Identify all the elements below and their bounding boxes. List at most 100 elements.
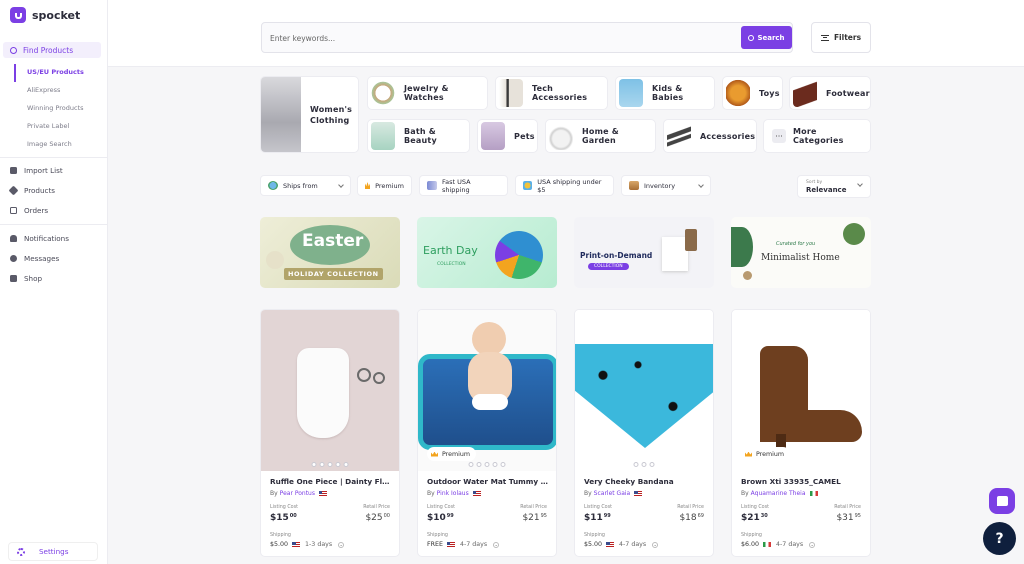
sort-by-dropdown[interactable]: Sort by Relevance xyxy=(797,175,871,198)
category-label: Home & Garden xyxy=(582,127,619,145)
category-thumbnail xyxy=(371,122,395,150)
banner-decoration xyxy=(685,229,697,251)
category-label: Pets xyxy=(514,131,535,141)
logo-text: spocket xyxy=(32,8,81,22)
product-name[interactable]: Very Cheeky Bandana xyxy=(584,477,708,486)
product-card[interactable]: Ruffle One Piece | Dainty Floral By Pear… xyxy=(260,309,400,557)
category-thumbnail xyxy=(371,79,395,107)
sidebar-item-label: Messages xyxy=(24,254,60,263)
premium-label: Premium xyxy=(756,450,785,458)
shipping-label: Shipping xyxy=(584,533,605,538)
sort-value: Relevance xyxy=(806,186,847,194)
chat-button[interactable] xyxy=(989,488,1015,514)
premium-filter[interactable]: Premium xyxy=(357,175,412,196)
banner-title: Earth Day xyxy=(423,244,478,257)
listing-cost-value: $21 xyxy=(741,513,760,523)
category-label: Bath & Beauty xyxy=(404,127,437,145)
listing-cost-cents: 99 xyxy=(446,513,454,519)
listing-cost-cents: 00 xyxy=(289,513,297,519)
subnav-image-search[interactable]: Image Search xyxy=(14,136,84,154)
help-button[interactable]: ? xyxy=(983,522,1016,555)
fast-usa-shipping-filter[interactable]: Fast USA shipping xyxy=(419,175,508,196)
product-name[interactable]: Ruffle One Piece | Dainty Floral xyxy=(270,477,394,486)
search-input[interactable] xyxy=(270,31,730,45)
category-jewelry-watches[interactable]: Jewelry & Watches xyxy=(367,76,488,110)
chevron-down-icon[interactable]: ⌄ xyxy=(493,541,500,548)
logo[interactable]: spocket xyxy=(10,7,80,23)
spocket-logo-icon xyxy=(10,7,26,23)
truck-icon xyxy=(427,181,437,190)
image-carousel-dots[interactable] xyxy=(633,462,655,467)
category-toys[interactable]: Toys xyxy=(722,76,783,110)
image-carousel-dots[interactable] xyxy=(311,462,349,467)
category-pets[interactable]: Pets xyxy=(477,119,538,153)
category-tech-accessories[interactable]: Tech Accessories xyxy=(495,76,608,110)
retail-price-label: Retail Price xyxy=(834,505,861,510)
chevron-down-icon[interactable]: ⌄ xyxy=(652,541,659,548)
search-button-label: Search xyxy=(757,33,785,42)
sidebar-item-shop[interactable]: Shop xyxy=(10,274,42,283)
chevron-down-icon[interactable]: ⌄ xyxy=(338,541,345,548)
sidebar-item-notifications[interactable]: Notifications xyxy=(10,234,69,243)
sidebar-item-label: Find Products xyxy=(23,45,74,55)
premium-badge: Premium xyxy=(427,447,477,461)
settings-label: Settings xyxy=(39,547,69,556)
supplier-link[interactable]: Scarlet Gaia xyxy=(594,490,631,497)
sidebar-item-find-products[interactable]: Find Products xyxy=(3,42,101,58)
product-card[interactable]: Premium Outdoor Water Mat Tummy Tim... B… xyxy=(417,309,557,557)
usa-shipping-under-5-filter[interactable]: USA shipping under $5 xyxy=(515,175,614,196)
subnav-private-label[interactable]: Private Label xyxy=(14,118,84,136)
sidebar-item-products[interactable]: Products xyxy=(8,185,56,196)
filters-button[interactable]: Filters xyxy=(811,22,871,53)
product-card[interactable]: Very Cheeky Bandana By Scarlet Gaia List… xyxy=(574,309,714,557)
banner-minimalist-home[interactable]: Curated for you Minimalist Home xyxy=(731,217,871,288)
listing-cost-label: Listing Cost xyxy=(270,505,298,510)
category-thumbnail xyxy=(619,79,643,107)
chip-label: Premium xyxy=(375,181,404,190)
ships-from-dropdown[interactable]: Ships from xyxy=(260,175,351,196)
product-card[interactable]: Premium Brown Xti 33935_CAMEL By Aquamar… xyxy=(731,309,871,557)
inventory-dropdown[interactable]: Inventory xyxy=(621,175,711,196)
retail-price-value: $21 xyxy=(522,513,540,523)
banner-print-on-demand-collection[interactable]: Print-on-Demand COLLECTION xyxy=(574,217,714,288)
category-home-garden[interactable]: Home & Garden xyxy=(545,119,656,153)
category-womens-clothing[interactable]: Women's Clothing xyxy=(260,76,359,153)
sidebar-item-label: Import List xyxy=(24,166,63,175)
subnav-aliexpress[interactable]: AliExpress xyxy=(14,82,84,100)
shipping-days: 1-3 days xyxy=(305,541,333,548)
settings-button[interactable]: Settings xyxy=(8,542,98,561)
by-label: By xyxy=(741,490,749,497)
banner-easter-holiday-collection[interactable]: Easter HOLIDAY COLLECTION xyxy=(260,217,400,288)
category-label: Jewelry & Watches xyxy=(404,84,449,102)
crown-icon xyxy=(431,451,438,457)
shipping-cost: $5.00 xyxy=(270,541,289,548)
supplier-link[interactable]: Aquamarine Theia xyxy=(751,490,806,497)
sidebar-item-messages[interactable]: Messages xyxy=(10,254,59,263)
chevron-down-icon[interactable]: ⌄ xyxy=(809,541,816,548)
subnav-winning-products[interactable]: Winning Products xyxy=(14,100,84,118)
banner-earth-day-collection[interactable]: Earth Day COLLECTION xyxy=(417,217,557,288)
retail-price-cents: 95 xyxy=(540,513,547,519)
category-footwear[interactable]: Footwear xyxy=(789,76,871,110)
product-supplier: By Aquamarine Theia xyxy=(741,490,818,497)
supplier-link[interactable]: Pink Iolaus xyxy=(437,490,469,497)
category-bath-beauty[interactable]: Bath & Beauty xyxy=(367,119,470,153)
search-button[interactable]: Search xyxy=(741,26,792,49)
listing-cost-label: Listing Cost xyxy=(741,505,769,510)
subnav-us-eu-products[interactable]: US/EU Products xyxy=(14,64,84,82)
category-kids-babies[interactable]: Kids & Babies xyxy=(615,76,715,110)
product-name[interactable]: Outdoor Water Mat Tummy Tim... xyxy=(427,477,551,486)
shipping-info: $5.00 4-7 days ⌄ xyxy=(584,541,659,548)
by-label: By xyxy=(427,490,435,497)
category-accessories[interactable]: Accessories xyxy=(663,119,757,153)
supplier-link[interactable]: Pear Pontus xyxy=(280,490,315,497)
product-name[interactable]: Brown Xti 33935_CAMEL xyxy=(741,477,865,486)
sidebar-item-label: Products xyxy=(24,186,56,195)
shipping-days: 4-7 days xyxy=(459,541,488,548)
sidebar-item-import-list[interactable]: Import List xyxy=(10,166,63,175)
premium-badge: Premium xyxy=(741,447,791,461)
orders-icon xyxy=(10,207,17,214)
image-carousel-dots[interactable] xyxy=(468,462,506,467)
category-more-categories[interactable]: ··· More Categories xyxy=(763,119,871,153)
sidebar-item-orders[interactable]: Orders xyxy=(10,206,48,215)
